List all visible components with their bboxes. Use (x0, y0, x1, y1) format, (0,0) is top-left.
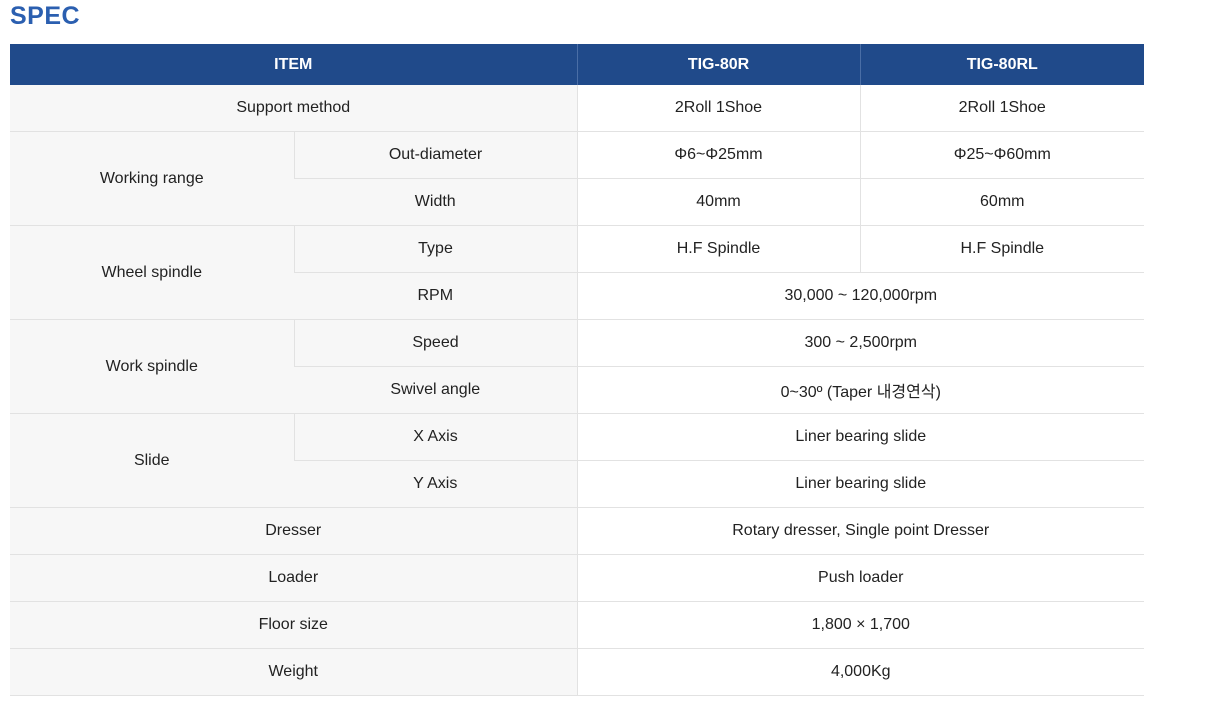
sub-label-type: Type (293, 225, 577, 273)
row-label-working-range: Working range (10, 131, 294, 226)
table-row: Weight 4,000Kg (10, 648, 1144, 696)
table-row: Wheel spindle Type H.F Spindle H.F Spind… (10, 225, 1144, 320)
cell-value: Liner bearing slide (576, 460, 1144, 508)
header-model-b: TIG-80RL (859, 44, 1144, 85)
cell-value: 40mm (576, 178, 860, 226)
cell-value: 300 ~ 2,500rpm (576, 319, 1144, 367)
table-row: Support method 2Roll 1Shoe 2Roll 1Shoe (10, 85, 1144, 132)
table-row: Working range Out-diameter Φ6~Φ25mm Φ25~… (10, 131, 1144, 226)
table-row: Dresser Rotary dresser, Single point Dre… (10, 507, 1144, 555)
cell-value: 1,800 × 1,700 (576, 601, 1144, 649)
row-label-slide: Slide (10, 413, 294, 508)
header-item: ITEM (10, 44, 577, 85)
row-label-work-spindle: Work spindle (10, 319, 294, 414)
row-label-wheel-spindle: Wheel spindle (10, 225, 294, 320)
table-row: Slide X Axis Liner bearing slide (10, 413, 1144, 508)
sub-label-y-axis: Y Axis (294, 460, 577, 508)
sub-label-x-axis: X Axis (293, 413, 577, 461)
cell-value: 60mm (859, 178, 1144, 226)
spec-table: ITEM TIG-80R TIG-80RL Support method 2Ro… (10, 44, 1144, 696)
table-header-row: ITEM TIG-80R TIG-80RL (10, 44, 1144, 85)
cell-value: H.F Spindle (859, 225, 1144, 273)
cell-value: Φ25~Φ60mm (859, 131, 1144, 179)
cell-value: 2Roll 1Shoe (859, 85, 1144, 132)
row-label-loader: Loader (10, 554, 577, 602)
cell-value: Push loader (576, 554, 1144, 602)
row-label-support-method: Support method (10, 85, 577, 132)
page-title: SPEC (10, 2, 81, 30)
table-row: Loader Push loader (10, 554, 1144, 602)
row-label-floor-size: Floor size (10, 601, 577, 649)
table-row: Work spindle Speed 300 ~ 2,500rpm (10, 319, 1144, 414)
cell-value: 2Roll 1Shoe (576, 85, 860, 132)
sub-label-out-diameter: Out-diameter (293, 131, 577, 179)
cell-value: 0~30º (Taper 내경연삭) (576, 366, 1144, 414)
cell-value: Rotary dresser, Single point Dresser (576, 507, 1144, 555)
cell-value: H.F Spindle (576, 225, 860, 273)
sub-label-rpm: RPM (294, 272, 577, 320)
cell-value: 4,000Kg (576, 648, 1144, 696)
sub-label-swivel-angle: Swivel angle (294, 366, 577, 414)
sub-label-width: Width (294, 178, 577, 226)
cell-value: Φ6~Φ25mm (576, 131, 860, 179)
sub-label-speed: Speed (293, 319, 577, 367)
cell-value: 30,000 ~ 120,000rpm (576, 272, 1144, 320)
header-model-a: TIG-80R (576, 44, 860, 85)
row-label-weight: Weight (10, 648, 577, 696)
cell-value: Liner bearing slide (576, 413, 1144, 461)
table-row: Floor size 1,800 × 1,700 (10, 601, 1144, 649)
row-label-dresser: Dresser (10, 507, 577, 555)
